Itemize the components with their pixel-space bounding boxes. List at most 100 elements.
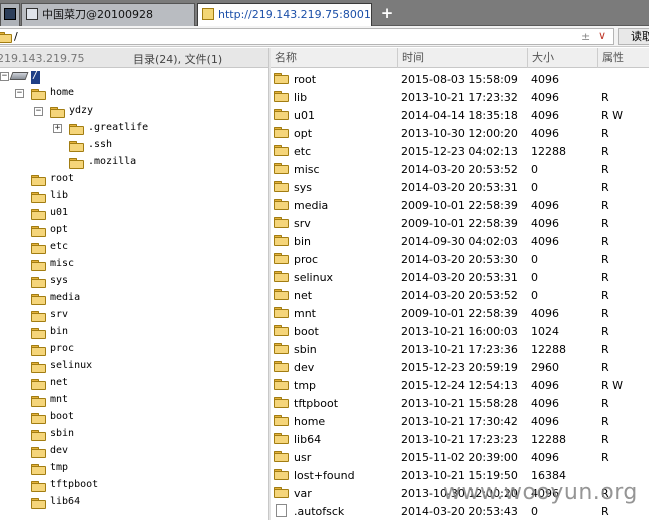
file-name: selinux	[294, 271, 334, 284]
tab-caidao[interactable]: 中国菜刀@20100928	[21, 3, 195, 26]
table-row[interactable]: media 2009-10-01 22:58:39 4096 R	[271, 195, 649, 213]
file-name: var	[294, 487, 312, 500]
file-size: 1024	[531, 325, 559, 338]
expand-toggle-icon[interactable]: −	[34, 107, 43, 116]
table-row[interactable]: tmp 2015-12-24 12:54:13 4096 R W	[271, 375, 649, 393]
tree-node-boot[interactable]: boot	[0, 410, 268, 427]
tab-label: http://219.143.219.75:8001/...	[218, 8, 372, 21]
file-name: bin	[294, 235, 312, 248]
table-row[interactable]: root 2015-08-03 15:58:09 4096	[271, 69, 649, 87]
file-size: 4096	[531, 91, 559, 104]
expand-toggle-icon[interactable]: −	[15, 89, 24, 98]
file-name: root	[294, 73, 317, 86]
tree-node-ydzy[interactable]: − ydzy	[0, 104, 268, 121]
folder-icon	[69, 124, 84, 135]
tree-node-bin[interactable]: bin	[0, 325, 268, 342]
tree-label: media	[50, 292, 81, 303]
tree-label: boot	[50, 411, 75, 422]
tree-node-sys[interactable]: sys	[0, 274, 268, 291]
table-row[interactable]: srv 2009-10-01 22:58:39 4096 R	[271, 213, 649, 231]
tab-url[interactable]: http://219.143.219.75:8001/...	[197, 3, 372, 26]
table-row[interactable]: usr 2015-11-02 20:39:00 4096 R	[271, 447, 649, 465]
table-row[interactable]: mnt 2009-10-01 22:58:39 4096 R	[271, 303, 649, 321]
chevron-down-icon[interactable]: ∨	[598, 29, 606, 42]
column-header-name[interactable]: 名称	[271, 48, 398, 68]
folder-icon	[31, 413, 46, 424]
table-row[interactable]: dev 2015-12-23 20:59:19 2960 R	[271, 357, 649, 375]
folder-icon	[69, 141, 84, 152]
tree-node-greatlife[interactable]: + .greatlife	[0, 121, 268, 138]
table-row[interactable]: selinux 2014-03-20 20:53:31 0 R	[271, 267, 649, 285]
tree-node-media[interactable]: media	[0, 291, 268, 308]
table-row[interactable]: sys 2014-03-20 20:53:31 0 R	[271, 177, 649, 195]
table-row[interactable]: proc 2014-03-20 20:53:30 0 R	[271, 249, 649, 267]
read-button[interactable]: 读取	[618, 28, 649, 45]
file-time: 2015-12-24 12:54:13	[401, 379, 518, 392]
table-row[interactable]: opt 2013-10-30 12:00:20 4096 R	[271, 123, 649, 141]
file-list: root 2015-08-03 15:58:09 4096 lib 2013-10-21…	[271, 69, 649, 520]
app-icon	[4, 8, 16, 20]
table-row[interactable]: tftpboot 2013-10-21 15:58:28 4096 R	[271, 393, 649, 411]
folder-icon	[31, 311, 46, 322]
tree-node-net[interactable]: net	[0, 376, 268, 393]
tree-label: tmp	[50, 462, 69, 473]
tree-node-misc[interactable]: misc	[0, 257, 268, 274]
updown-icon[interactable]: ±	[581, 30, 590, 43]
table-row[interactable]: u01 2014-04-14 18:35:18 4096 R W	[271, 105, 649, 123]
tree-node-srv[interactable]: srv	[0, 308, 268, 325]
file-size: 4096	[531, 109, 559, 122]
table-row[interactable]: lib64 2013-10-21 17:23:23 12288 R	[271, 429, 649, 447]
file-name: home	[294, 415, 326, 428]
file-attr: R	[601, 253, 609, 266]
table-row[interactable]: home 2013-10-21 17:30:42 4096 R	[271, 411, 649, 429]
tree-node-etc[interactable]: etc	[0, 240, 268, 257]
column-header-time[interactable]: 时间	[398, 48, 528, 68]
tree-node-opt[interactable]: opt	[0, 223, 268, 240]
expand-toggle-icon[interactable]: −	[0, 72, 9, 81]
tree-node-selinux[interactable]: selinux	[0, 359, 268, 376]
tree-node-root[interactable]: root	[0, 172, 268, 189]
file-attr: R	[601, 91, 609, 104]
tree-header: 219.143.219.75 目录(24), 文件(1)	[0, 48, 268, 68]
folder-icon	[31, 430, 46, 441]
file-time: 2013-10-30 12:00:20	[401, 127, 518, 140]
file-icon	[276, 504, 287, 517]
tree-node-ssh[interactable]: .ssh	[0, 138, 268, 155]
watermark: www.wooyun.org	[443, 480, 638, 505]
tree-node-u01[interactable]: u01	[0, 206, 268, 223]
tree-node-root[interactable]: − /	[0, 69, 268, 86]
folder-icon	[274, 73, 289, 84]
tab-label: 中国菜刀@20100928	[42, 8, 153, 21]
tree-node-mnt[interactable]: mnt	[0, 393, 268, 410]
path-input[interactable]: / ± ∨	[0, 28, 614, 45]
tree-node-sbin[interactable]: sbin	[0, 427, 268, 444]
tree-node-home[interactable]: − home	[0, 86, 268, 103]
table-row[interactable]: lib 2013-10-21 17:23:32 4096 R	[271, 87, 649, 105]
tree-node-lib[interactable]: lib	[0, 189, 268, 206]
file-attr: R	[601, 127, 609, 140]
table-row[interactable]: etc 2015-12-23 04:02:13 12288 R	[271, 141, 649, 159]
file-size: 4096	[531, 379, 559, 392]
column-header-size[interactable]: 大小	[528, 48, 598, 68]
file-name: proc	[294, 253, 319, 266]
new-tab-button[interactable]: +	[378, 3, 396, 23]
table-row[interactable]: sbin 2013-10-21 17:23:36 12288 R	[271, 339, 649, 357]
expand-toggle-icon[interactable]: +	[53, 124, 62, 133]
tree-node-mozilla[interactable]: .mozilla	[0, 155, 268, 172]
tab-app[interactable]	[0, 3, 20, 26]
table-row[interactable]: boot 2013-10-21 16:00:03 1024 R	[271, 321, 649, 339]
file-attr: R	[601, 271, 609, 284]
folder-icon	[274, 271, 289, 282]
tree-node-tftpboot[interactable]: tftpboot	[0, 478, 268, 495]
table-row[interactable]: net 2014-03-20 20:53:52 0 R	[271, 285, 649, 303]
file-time: 2013-10-21 17:30:42	[401, 415, 518, 428]
tree-node-dev[interactable]: dev	[0, 444, 268, 461]
table-row[interactable]: misc 2014-03-20 20:53:52 0 R	[271, 159, 649, 177]
column-header-attr[interactable]: 属性	[598, 48, 649, 68]
file-attr: R	[601, 199, 609, 212]
tree-node-lib64[interactable]: lib64	[0, 495, 268, 512]
tree-node-proc[interactable]: proc	[0, 342, 268, 359]
table-row[interactable]: bin 2014-09-30 04:02:03 4096 R	[271, 231, 649, 249]
tree-node-tmp[interactable]: tmp	[0, 461, 268, 478]
folder-icon	[31, 345, 46, 356]
